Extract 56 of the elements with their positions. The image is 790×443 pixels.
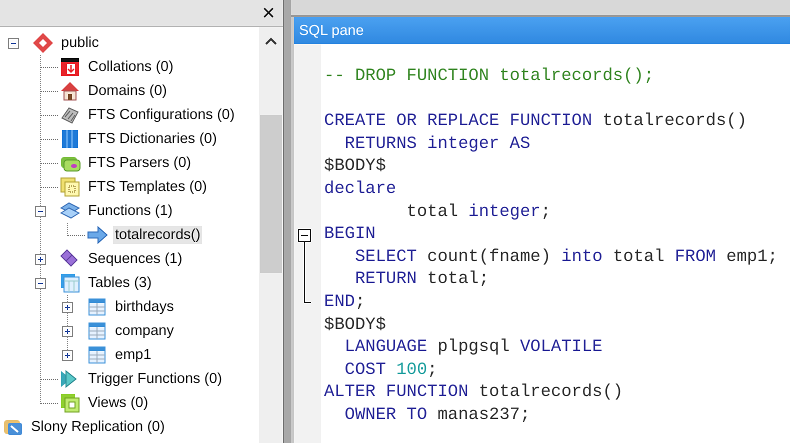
views-icon <box>59 392 81 414</box>
tree-item[interactable]: Slony Replication (0) <box>29 418 167 436</box>
scroll-thumb[interactable] <box>260 115 282 273</box>
tree-item[interactable]: FTS Dictionaries (0) <box>86 130 219 148</box>
tree-item[interactable]: Trigger Functions (0) <box>86 370 224 388</box>
code-line: total integer; <box>406 202 551 224</box>
expand-icon[interactable] <box>35 254 46 264</box>
fts-template-icon <box>59 176 81 198</box>
code-line: COST 100; <box>344 360 438 382</box>
tree-item[interactable]: Views (0) <box>86 394 150 412</box>
code-line: -- DROP FUNCTION totalrecords(); <box>323 66 654 88</box>
pane-title: SQL pane <box>294 17 790 44</box>
code-line: SELECT count(fname) into total FROM emp1; <box>354 246 778 269</box>
tree-item[interactable]: emp1 <box>113 346 154 364</box>
code-line: LANGUAGE plpgsql VOLATILE <box>344 337 602 360</box>
code-line: RETURNS integer AS <box>344 134 530 156</box>
table-icon <box>86 320 108 342</box>
tree-item[interactable]: Tables (3) <box>86 274 154 292</box>
tree-item[interactable]: FTS Templates (0) <box>86 178 209 196</box>
expand-icon[interactable] <box>62 350 73 360</box>
scroll-up-icon[interactable] <box>265 37 277 45</box>
tree-item[interactable]: FTS Parsers (0) <box>86 154 194 172</box>
code-line: $BODY$ <box>323 314 386 337</box>
fold-marker[interactable] <box>298 229 311 304</box>
tree-item[interactable]: Collations (0) <box>86 58 176 76</box>
function-icon <box>86 224 108 246</box>
code-line: RETURN total; <box>354 269 490 292</box>
tree-item[interactable]: company <box>113 322 176 340</box>
table-icon <box>86 296 108 318</box>
schema-icon <box>32 32 54 54</box>
tree-item[interactable]: Functions (1) <box>86 202 175 220</box>
code-line: BEGIN <box>323 224 376 246</box>
code-line: $BODY$ <box>323 156 386 178</box>
table-icon <box>86 344 108 366</box>
collapse-icon[interactable] <box>35 278 46 288</box>
code-line: OWNER TO manas237; <box>344 404 530 427</box>
close-button[interactable]: × <box>257 2 280 24</box>
code-line: ALTER FUNCTION totalrecords() <box>323 382 624 404</box>
code-line: CREATE OR REPLACE FUNCTION totalrecords() <box>323 111 747 134</box>
tree-item[interactable]: totalrecords() <box>113 226 202 244</box>
tree-item[interactable]: birthdays <box>113 298 176 316</box>
collapse-icon[interactable] <box>35 206 46 216</box>
fts-dict-icon <box>59 128 81 150</box>
tree-item[interactable]: public <box>59 34 101 52</box>
expand-icon[interactable] <box>62 302 73 312</box>
domains-icon <box>59 80 81 102</box>
collations-icon <box>59 56 81 78</box>
tree-item[interactable]: Sequences (1) <box>86 250 184 268</box>
tables-icon <box>59 272 81 294</box>
scrollbar[interactable] <box>259 27 283 443</box>
tree-item[interactable]: FTS Configurations (0) <box>86 106 237 124</box>
collapse-icon[interactable] <box>8 38 19 48</box>
tree-item[interactable]: Domains (0) <box>86 82 169 100</box>
expand-icon[interactable] <box>62 326 73 336</box>
code-line: END; <box>323 292 366 314</box>
code-line: declare <box>323 178 396 201</box>
